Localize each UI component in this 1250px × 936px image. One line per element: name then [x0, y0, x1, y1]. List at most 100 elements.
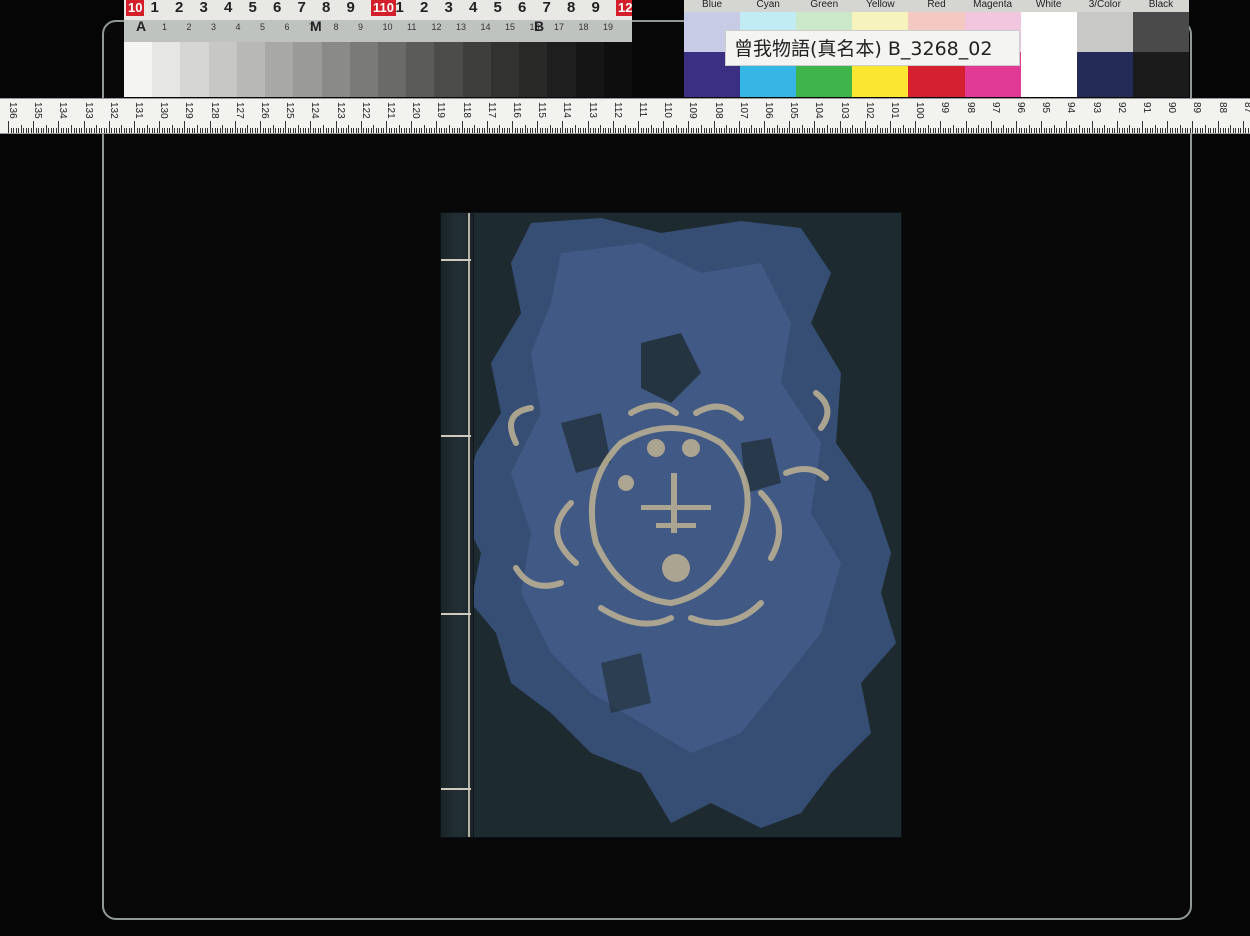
ruler-tick — [1091, 121, 1093, 133]
color-patch — [1132, 12, 1189, 52]
ruler-label: 90 — [1166, 102, 1178, 114]
ruler-tick — [1046, 128, 1048, 133]
ruler-tick — [1121, 128, 1123, 133]
ruler-tick — [378, 128, 380, 133]
ruler-tick — [43, 128, 45, 133]
ruler-tick — [1162, 128, 1164, 133]
ruler-tick — [915, 121, 917, 133]
ruler-tick — [995, 128, 997, 133]
ruler-tick — [202, 128, 204, 133]
ruler-tick — [265, 128, 267, 133]
ruler-tick — [151, 128, 153, 133]
ruler-tick — [1043, 128, 1045, 133]
ruler-tick — [23, 128, 25, 133]
scale-small-number: 12 — [431, 22, 442, 32]
ruler-tick — [302, 128, 304, 133]
ruler-tick — [474, 125, 476, 133]
ruler-tick — [708, 128, 710, 133]
ruler-tick — [670, 128, 672, 133]
ruler-tick — [1073, 128, 1075, 133]
scale-mid-strip: 1 2 3 4 5 6 7 8 9 10 11 12 13 14 15 16 17 18 19 A M B — [124, 18, 632, 42]
ruler-tick — [685, 128, 687, 133]
ruler-tick — [559, 128, 561, 133]
ruler-tick — [640, 128, 642, 133]
ruler-tick — [552, 128, 554, 133]
ruler-tick — [307, 128, 309, 133]
ruler-tick — [300, 128, 302, 133]
ruler-tick — [612, 121, 614, 133]
scale-small-number: 9 — [358, 22, 364, 32]
ruler-tick — [370, 128, 372, 133]
ruler-tick — [106, 128, 108, 133]
ruler-tick — [68, 128, 70, 133]
ruler-tick — [1096, 128, 1098, 133]
ruler-tick — [194, 128, 196, 133]
ruler-tick — [1061, 128, 1063, 133]
ruler-label: 101 — [889, 102, 900, 119]
ruler-tick — [35, 128, 37, 133]
ruler-tick — [136, 128, 138, 133]
ruler-tick — [222, 125, 224, 133]
ruler-label: 128 — [208, 102, 220, 119]
ruler-tick — [892, 128, 894, 133]
ruler-tick — [181, 128, 183, 133]
ruler-tick — [953, 125, 954, 133]
ruler-tick — [1187, 128, 1189, 133]
ruler-tick — [406, 128, 408, 133]
ruler-tick — [1147, 128, 1149, 133]
ruler-label: 131 — [133, 102, 144, 119]
ruler-tick — [1033, 128, 1035, 133]
ruler-tick — [1013, 128, 1015, 133]
color-label: Magenta — [973, 0, 1013, 10]
ruler-tick — [1149, 128, 1151, 133]
ruler-tick — [955, 128, 957, 133]
ruler-tick — [1048, 128, 1050, 133]
ruler-tick — [741, 128, 743, 133]
ruler-tick — [1235, 128, 1237, 133]
ruler-tick — [391, 128, 393, 133]
ruler-tick — [199, 128, 201, 133]
ruler-tick — [479, 128, 481, 133]
ruler-tick — [254, 128, 256, 133]
gray-step — [152, 42, 181, 97]
ruler-tick — [930, 128, 932, 133]
ruler-tick — [317, 128, 319, 133]
color-label: Yellow — [866, 0, 895, 10]
ruler-tick — [1152, 128, 1154, 133]
ruler-tick — [650, 125, 652, 133]
ruler-label: 135 — [32, 102, 44, 119]
ruler-tick — [758, 128, 760, 133]
ruler-tick — [804, 128, 806, 133]
ruler-label: 136 — [7, 102, 18, 119]
ruler-tick — [1222, 128, 1224, 133]
gray-step — [180, 42, 209, 97]
ruler-tick — [837, 128, 839, 133]
ruler-tick — [958, 128, 960, 133]
scale-small-number: 4 — [235, 22, 241, 32]
cover-pattern — [461, 218, 896, 828]
ruler-tick — [564, 128, 566, 133]
ruler-tick — [829, 128, 831, 133]
ruler-tick — [121, 125, 123, 133]
scale-number: 3 — [199, 0, 208, 16]
gray-step — [124, 42, 153, 97]
ruler-tick — [1142, 121, 1143, 133]
ruler-tick — [78, 128, 80, 133]
ruler-tick — [902, 125, 904, 133]
ruler-tick — [617, 128, 619, 133]
ruler-tick — [1051, 128, 1053, 133]
ruler-tick — [93, 128, 95, 133]
ruler-tick — [849, 128, 851, 133]
ruler-tick — [887, 128, 889, 133]
ruler-tick — [547, 128, 549, 133]
ruler-tick — [983, 128, 985, 133]
ruler-tick — [1232, 128, 1234, 133]
binding-stitch — [441, 259, 471, 261]
ruler-tick — [917, 128, 919, 133]
scale-top-strip: 10 1 2 3 4 5 6 7 8 9 110 1 2 3 4 5 6 7 8 9 12 — [124, 0, 632, 21]
ruler-tick — [638, 121, 639, 133]
ruler-tick — [872, 128, 874, 133]
ruler-tick — [71, 125, 72, 133]
scale-number: 8 — [567, 0, 576, 16]
ruler-tick — [13, 128, 15, 133]
